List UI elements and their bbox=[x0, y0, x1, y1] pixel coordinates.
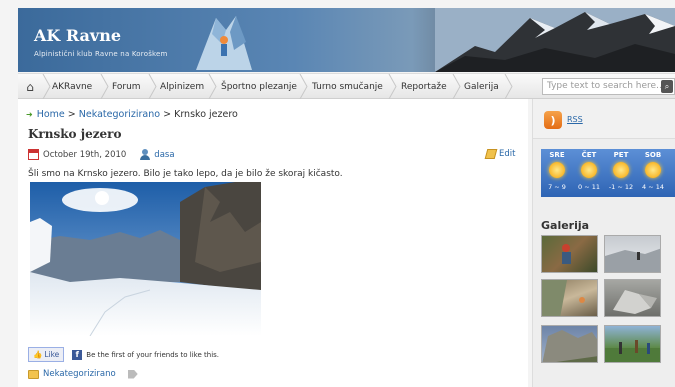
nav-item-galerija[interactable]: Galerija bbox=[464, 74, 499, 99]
edit-label: Edit bbox=[499, 149, 516, 159]
main-content: ➜ Home > Nekategorizirano > Krnsko jezero… bbox=[18, 99, 528, 387]
breadcrumb-current: Krnsko jezero bbox=[174, 109, 238, 120]
tag-icon bbox=[127, 369, 138, 379]
gallery-thumbnail[interactable] bbox=[541, 235, 598, 273]
sidebar: ) RSS SRE 7 ~ 9 ČET 0 ~ 11 PET -1 ~ 12 S… bbox=[532, 99, 675, 387]
site-header: AK Ravne Alpinistični klub Ravne na Koro… bbox=[18, 8, 675, 72]
rss-link[interactable]: RSS bbox=[567, 115, 583, 124]
breadcrumb: ➜ Home > Nekategorizirano > Krnsko jezero bbox=[26, 109, 238, 120]
nav-separator bbox=[100, 74, 109, 99]
weather-day: SOB 4 ~ 14 bbox=[637, 149, 669, 197]
gallery-title: Galerija bbox=[541, 219, 590, 232]
nav-item-turno-smucanje[interactable]: Turno smučanje bbox=[312, 74, 383, 99]
page: AK Ravne Alpinistični klub Ravne na Koro… bbox=[0, 0, 675, 387]
nav-separator bbox=[208, 74, 217, 99]
logo-climber-art bbox=[196, 16, 252, 70]
search-icon[interactable]: ⌕ bbox=[661, 80, 673, 93]
post-title[interactable]: Krnsko jezero bbox=[28, 127, 121, 141]
post-category: Nekategorizirano bbox=[28, 369, 138, 379]
gallery-thumbnail[interactable] bbox=[604, 325, 661, 363]
nav-separator bbox=[148, 74, 157, 99]
like-button[interactable]: 👍 Like bbox=[28, 347, 65, 362]
post-body-text: Šli smo na Krnsko jezero. Bilo je tako l… bbox=[28, 169, 343, 179]
edit-link[interactable]: Edit bbox=[484, 149, 516, 159]
nav-separator bbox=[388, 74, 397, 99]
rss-icon[interactable]: ) bbox=[544, 111, 562, 129]
nav-separator bbox=[504, 74, 513, 99]
main-nav: ⌂ AKRavne Forum Alpinizem Športno plezan… bbox=[18, 73, 675, 99]
sun-icon bbox=[581, 162, 597, 178]
post-meta: October 19th, 2010 dasa bbox=[28, 149, 175, 160]
gallery-thumbnail[interactable] bbox=[604, 235, 661, 273]
weather-temp: 7 ~ 9 bbox=[548, 183, 566, 191]
breadcrumb-separator: > bbox=[163, 109, 172, 120]
weather-day: ČET 0 ~ 11 bbox=[573, 149, 605, 197]
facebook-like-bar: 👍 Like f Be the first of your friends to… bbox=[28, 347, 219, 362]
weather-day: SRE 7 ~ 9 bbox=[541, 149, 573, 197]
user-icon bbox=[140, 149, 151, 160]
search-placeholder: Type text to search here... bbox=[547, 81, 665, 91]
gallery-thumbnail[interactable] bbox=[541, 279, 598, 317]
thumbs-up-icon: 👍 bbox=[33, 350, 43, 359]
nav-item-akravne[interactable]: AKRavne bbox=[52, 74, 92, 99]
nav-item-alpinizem[interactable]: Alpinizem bbox=[160, 74, 204, 99]
nav-separator bbox=[42, 74, 51, 99]
post-author[interactable]: dasa bbox=[154, 150, 174, 160]
home-icon[interactable]: ⌂ bbox=[18, 74, 42, 99]
breadcrumb-separator: > bbox=[67, 109, 76, 120]
pencil-icon bbox=[484, 149, 498, 159]
weather-day-name: SOB bbox=[644, 151, 662, 159]
facebook-icon: f bbox=[72, 349, 83, 360]
search-input[interactable]: Type text to search here... ⌕ bbox=[542, 78, 675, 95]
category-link[interactable]: Nekategorizirano bbox=[43, 369, 116, 379]
rss-block: ) RSS bbox=[533, 99, 675, 139]
site-subtitle: Alpinistični klub Ravne na Koroškem bbox=[34, 50, 168, 58]
nav-separator bbox=[299, 74, 308, 99]
breadcrumb-home[interactable]: Home bbox=[37, 109, 65, 120]
nav-item-sportno-plezanje[interactable]: Športno plezanje bbox=[221, 74, 297, 99]
site-title[interactable]: AK Ravne bbox=[34, 26, 121, 45]
weather-day-name: SRE bbox=[549, 151, 565, 159]
weather-day-name: ČET bbox=[581, 151, 597, 159]
sun-icon bbox=[645, 162, 661, 178]
breadcrumb-arrow-icon: ➜ bbox=[26, 110, 33, 119]
nav-item-forum[interactable]: Forum bbox=[112, 74, 141, 99]
nav-item-reportaze[interactable]: Reportaže bbox=[401, 74, 447, 99]
weather-temp: 0 ~ 11 bbox=[578, 183, 600, 191]
facebook-like-text: Be the first of your friends to like thi… bbox=[86, 350, 220, 359]
breadcrumb-category[interactable]: Nekategorizirano bbox=[79, 109, 160, 120]
weather-day: PET -1 ~ 12 bbox=[605, 149, 637, 197]
like-label: Like bbox=[44, 350, 60, 359]
sun-icon bbox=[613, 162, 629, 178]
sun-icon bbox=[549, 162, 565, 178]
gallery-thumbnail[interactable] bbox=[604, 279, 661, 317]
gallery-thumbnail[interactable] bbox=[541, 325, 598, 363]
post-photo[interactable] bbox=[30, 182, 261, 336]
mountain-photo bbox=[435, 8, 675, 72]
weather-widget[interactable]: SRE 7 ~ 9 ČET 0 ~ 11 PET -1 ~ 12 SOB 4 ~… bbox=[541, 149, 675, 197]
calendar-icon bbox=[28, 149, 39, 160]
weather-temp: 4 ~ 14 bbox=[642, 183, 664, 191]
weather-temp: -1 ~ 12 bbox=[608, 183, 634, 191]
nav-separator bbox=[452, 74, 461, 99]
folder-icon bbox=[28, 369, 39, 379]
weather-day-name: PET bbox=[613, 151, 629, 159]
post-date: October 19th, 2010 bbox=[43, 149, 127, 160]
